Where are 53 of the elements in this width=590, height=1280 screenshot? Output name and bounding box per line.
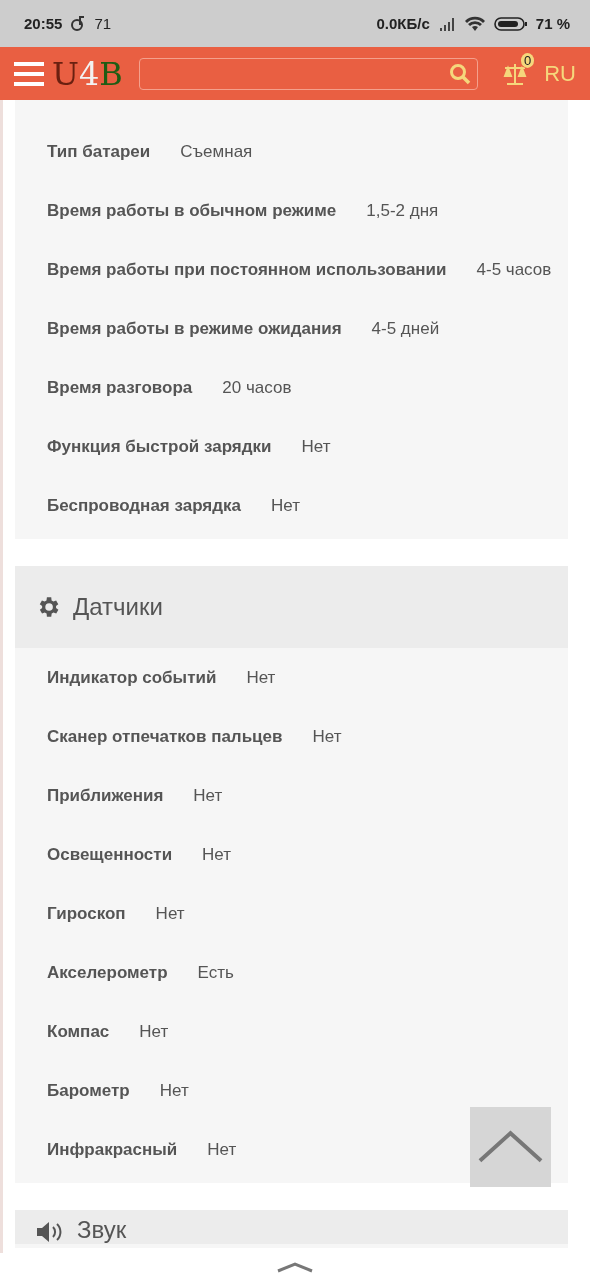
spec-label: Гироскоп [47, 903, 126, 924]
signal-icon [437, 15, 456, 32]
chevron-up-icon [476, 1129, 545, 1165]
notification-count: 71 [94, 15, 112, 32]
spec-value: 1,5-2 дня [366, 200, 439, 221]
spec-label: Беспроводная зарядка [47, 495, 241, 516]
spec-label: Тип батареи [47, 141, 151, 162]
spec-value: Нет [202, 844, 232, 865]
section-header[interactable]: Датчики [15, 566, 568, 648]
battery-percent: 71 % [535, 15, 570, 32]
chevron-up-icon [277, 1260, 313, 1273]
spec-value: Есть [197, 962, 234, 983]
spec-label: Освещенности [47, 844, 173, 865]
menu-button[interactable] [14, 60, 44, 87]
spec-value: Нет [312, 726, 342, 747]
menu-icon [14, 60, 44, 87]
spec-value: Нет [159, 1080, 189, 1101]
spec-label: Время работы в режиме ожидания [47, 318, 342, 339]
logo[interactable]: U4B [52, 54, 123, 93]
spec-label: Время работы при постоянном использовании [47, 259, 447, 280]
spec-label: Компас [47, 1021, 110, 1042]
spec-label: Инфракрасный [47, 1139, 178, 1160]
spec-label: Функция быстрой зарядки [47, 436, 272, 457]
spec-value: Нет [155, 903, 185, 924]
spec-value: Нет [193, 785, 223, 806]
spec-value: Нет [246, 667, 276, 688]
spec-label: Индикатор событий [47, 667, 217, 688]
wifi-icon [463, 15, 486, 32]
spec-value: Съемная [180, 141, 253, 162]
spec-label: Сканер отпечатков пальцев [47, 726, 283, 747]
spec-value: 4-5 дней [371, 318, 440, 339]
compare-count-badge: 0 [519, 53, 537, 68]
spec-value: 20 часов [222, 377, 292, 398]
spec-label: Время работы в обычном режиме [47, 200, 337, 221]
clock: 20:55 [24, 15, 63, 32]
battery-icon [493, 15, 528, 32]
spec-value: Нет [207, 1139, 237, 1160]
spec-label: Приближения [47, 785, 164, 806]
spec-value: Нет [271, 495, 300, 516]
spec-value: Нет [139, 1021, 169, 1042]
scroll-top-button[interactable] [470, 1107, 551, 1187]
spec-value: 4-5 часов [476, 259, 552, 280]
music-note-icon [70, 15, 87, 32]
spec-label: Барометр [47, 1080, 130, 1101]
section-header[interactable]: Звук [15, 1210, 568, 1244]
spec-label: Время разговора [47, 377, 193, 398]
section-title: Датчики [73, 593, 163, 621]
spec-value: Нет [301, 436, 331, 457]
search-field[interactable] [138, 57, 479, 90]
spec-label: Акселерометр [47, 962, 168, 983]
search-icon [449, 62, 472, 85]
network-speed: 0.0КБ/с [376, 15, 430, 32]
section-title: Звук [77, 1216, 127, 1244]
